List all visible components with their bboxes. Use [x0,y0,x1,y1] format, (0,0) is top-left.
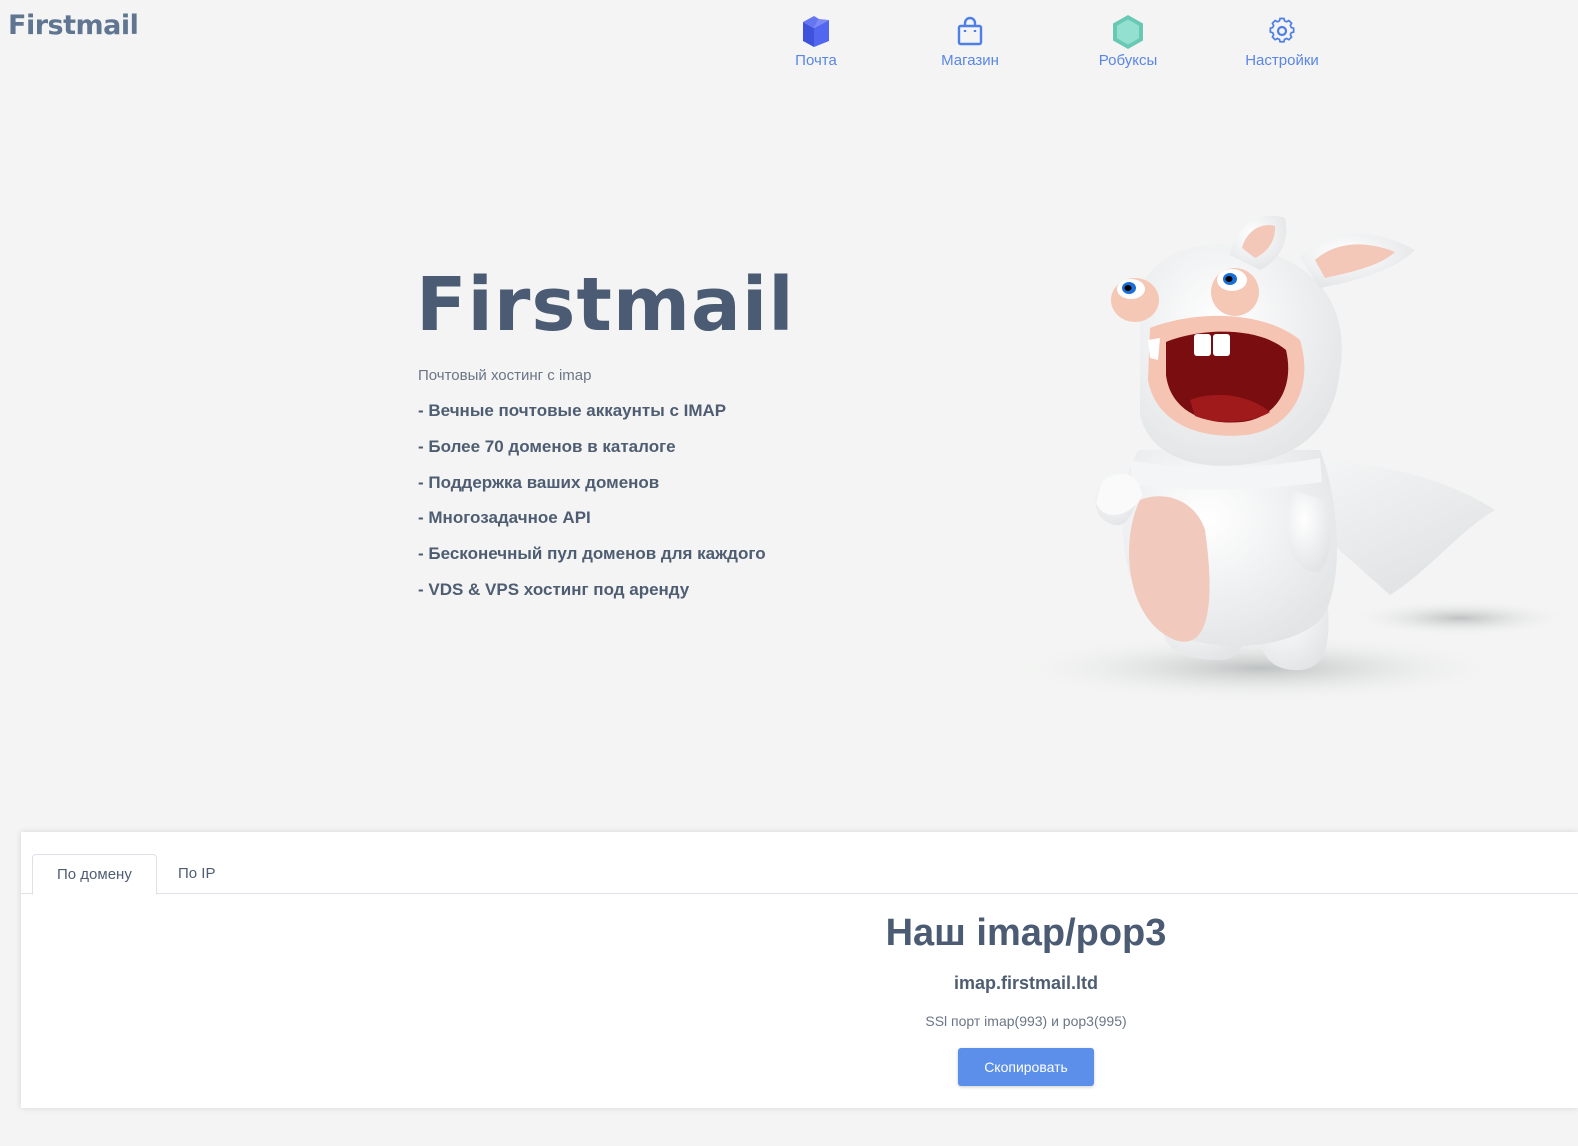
imap-settings-card: По домену По IP Наш imap/pop3 imap.first… [21,832,1578,1108]
mail-cube-icon [803,16,829,47]
nav-label-mail: Почта [795,52,837,69]
feature-list: - Вечные почтовые аккаунты с IMAP - Боле… [418,401,766,616]
feature-item: - Более 70 доменов в каталоге [418,436,676,456]
nav-item-robux[interactable]: Робуксы [1068,14,1188,69]
hero-subtitle: Почтовый хостинг с imap [418,367,592,384]
nav-label-shop: Магазин [941,52,999,69]
nav-item-settings[interactable]: Настройки [1222,14,1342,69]
hexagon-icon [1113,15,1143,49]
top-navigation: Почта Магазин Робуксы Настройки [0,14,1578,74]
tab-by-ip[interactable]: По IP [154,854,239,894]
nav-item-shop[interactable]: Магазин [910,14,1030,69]
feature-item: - Многозадачное API [418,508,591,528]
hero-title: Firstmail [416,262,795,348]
rabbid-mascot-illustration [1010,215,1570,700]
copy-button[interactable]: Скопировать [958,1048,1094,1086]
tab-by-domain[interactable]: По домену [32,854,157,895]
shopping-bag-icon [957,16,983,46]
gear-icon [1269,17,1295,43]
imap-ports-info: SSl порт imap(993) и pop3(995) [925,1013,1127,1029]
tab-bar: По домену По IP [21,854,1578,895]
nav-label-settings: Настройки [1245,52,1319,69]
nav-item-mail[interactable]: Почта [756,14,876,69]
imap-section-title: Наш imap/pop3 [885,912,1167,954]
feature-item: - Вечные почтовые аккаунты с IMAP [418,401,727,420]
feature-item: - VDS & VPS хостинг под аренду [418,579,690,599]
feature-item: - Бесконечный пул доменов для каждого [418,544,766,564]
imap-host: imap.firstmail.ltd [953,973,1099,993]
nav-label-robux: Робуксы [1098,52,1158,69]
feature-item: - Поддержка ваших доменов [418,472,660,492]
